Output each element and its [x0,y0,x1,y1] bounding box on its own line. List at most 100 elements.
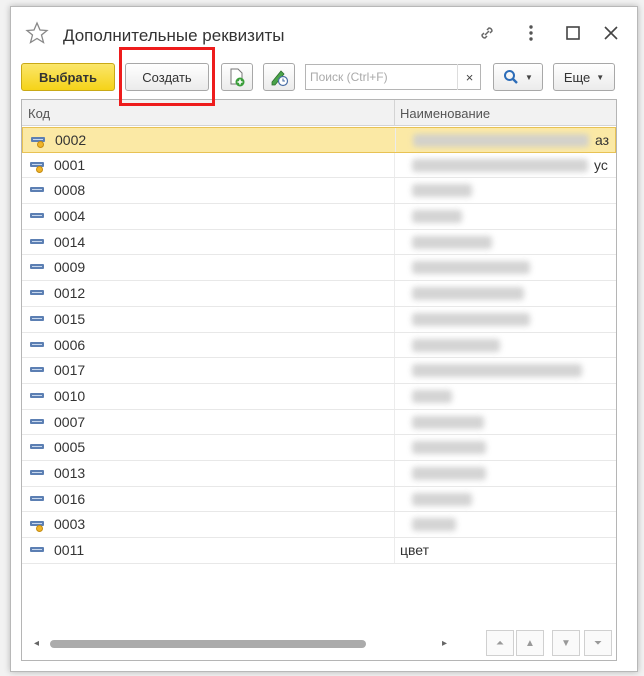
table-row[interactable]: 0006 [22,332,616,359]
annotation-highlight-frame [119,47,215,106]
table-row[interactable]: 0013 [22,460,616,487]
attribute-icon [30,315,44,321]
column-divider[interactable] [394,100,395,126]
column-header-code[interactable]: Код [28,106,50,121]
horizontal-scrollbar[interactable] [50,640,366,648]
star-icon[interactable] [25,21,49,45]
attribute-icon [30,367,44,373]
cell-code: 0003 [54,516,86,533]
cell-code: 0013 [54,464,86,481]
cell-divider [394,486,395,512]
search-input[interactable]: Поиск (Ctrl+F) [305,64,481,90]
records-table: Код Наименование 0002 аз 0001 ус 0008 0004 001… [21,99,617,661]
toolbar: Выбрать Создать Поиск (Ctrl+F) × ▼ Еще ▼ [11,63,637,93]
dialog-window: Дополнительные реквизиты Выбрать Создать [10,6,638,672]
go-up-icon[interactable]: ▲ [516,630,544,656]
copy-button[interactable] [221,63,253,91]
table-row[interactable]: 0015 [22,306,616,333]
table-row[interactable]: 0005 [22,435,616,461]
cell-divider [394,152,395,178]
cell-name [400,337,612,353]
cell-name [400,311,612,327]
table-row[interactable]: 0012 [22,281,616,307]
cell-divider [394,204,395,229]
table-row[interactable]: 0002 аз [22,127,616,153]
window-title: Дополнительные реквизиты [63,26,285,45]
more-actions-label: Еще [563,69,591,85]
more-actions-button[interactable]: Еще ▼ [553,63,615,91]
cell-divider [394,306,395,332]
cell-name [400,439,612,455]
predefined-marker-icon [36,525,43,533]
attribute-icon [30,547,44,552]
cell-divider [394,409,395,435]
copy-icon [230,68,245,87]
scroll-left-icon[interactable]: ◂ [34,638,39,649]
cell-name [400,414,612,430]
table-row[interactable]: 0010 [22,383,616,410]
cell-name [400,157,612,173]
table-row[interactable]: 0016 [22,486,616,513]
cell-divider [394,435,395,460]
edit-history-button[interactable] [263,63,295,91]
cell-divider [394,229,395,255]
more-icon[interactable] [517,19,545,47]
cell-divider [394,358,395,383]
scroll-right-icon[interactable]: ▸ [442,638,447,649]
table-body: 0002 аз 0001 ус 0008 0004 0014 0009 0012 0015 0006… [22,127,616,564]
search-clear-button[interactable]: × [457,64,481,90]
pencil-clock-icon [271,70,289,87]
table-row[interactable]: 0004 [22,204,616,230]
cell-code: 0008 [54,182,86,199]
attribute-icon [30,264,44,270]
predefined-marker-icon [37,141,44,148]
table-row[interactable]: 0001 ус [22,152,616,179]
cell-name [400,208,612,224]
cell-code: 0014 [54,233,86,250]
table-row[interactable]: 0014 [22,229,616,256]
table-row[interactable]: 0017 [22,358,616,384]
cell-code: 0009 [54,259,86,276]
cell-code: 0006 [54,336,86,353]
cell-name-tail: аз [595,132,610,148]
cell-divider [394,512,395,537]
cell-name [400,516,612,532]
go-last-icon[interactable]: ⏷ [584,630,612,656]
search-options-button[interactable]: ▼ [493,63,543,91]
cell-name: цвет [400,542,430,558]
cell-name [400,285,612,301]
attribute-icon [30,392,44,398]
attribute-icon [30,495,44,501]
table-row[interactable]: 0011 цвет [22,538,616,564]
cell-code: 0010 [54,387,86,404]
cell-name [400,234,612,250]
column-header-name[interactable]: Наименование [400,106,490,121]
cell-divider [394,255,395,281]
go-first-icon[interactable]: ⏶ [486,630,514,656]
table-row[interactable]: 0008 [22,178,616,205]
cell-name [401,132,613,148]
search-icon [504,70,518,84]
table-row[interactable]: 0009 [22,255,616,282]
cell-name-tail: ус [594,156,608,173]
table-row[interactable]: 0007 [22,409,616,436]
cell-divider [395,128,396,152]
close-icon[interactable] [597,19,625,47]
attribute-icon [30,290,44,296]
cell-name [400,465,612,481]
attribute-icon [30,444,44,450]
go-down-icon[interactable]: ▼ [552,630,580,656]
link-icon[interactable] [473,19,501,47]
maximize-icon[interactable] [559,19,587,47]
cell-divider [394,383,395,409]
select-button[interactable]: Выбрать [21,63,115,91]
table-row[interactable]: 0003 [22,512,616,538]
cell-code: 0012 [54,285,86,302]
cell-divider [394,281,395,306]
cell-code: 0002 [55,132,87,148]
cell-code: 0017 [54,362,86,379]
chevron-down-icon: ▼ [596,72,605,82]
chevron-down-icon: ▼ [525,72,533,82]
cell-code: 0001 [54,156,86,173]
predefined-marker-icon [36,165,43,173]
